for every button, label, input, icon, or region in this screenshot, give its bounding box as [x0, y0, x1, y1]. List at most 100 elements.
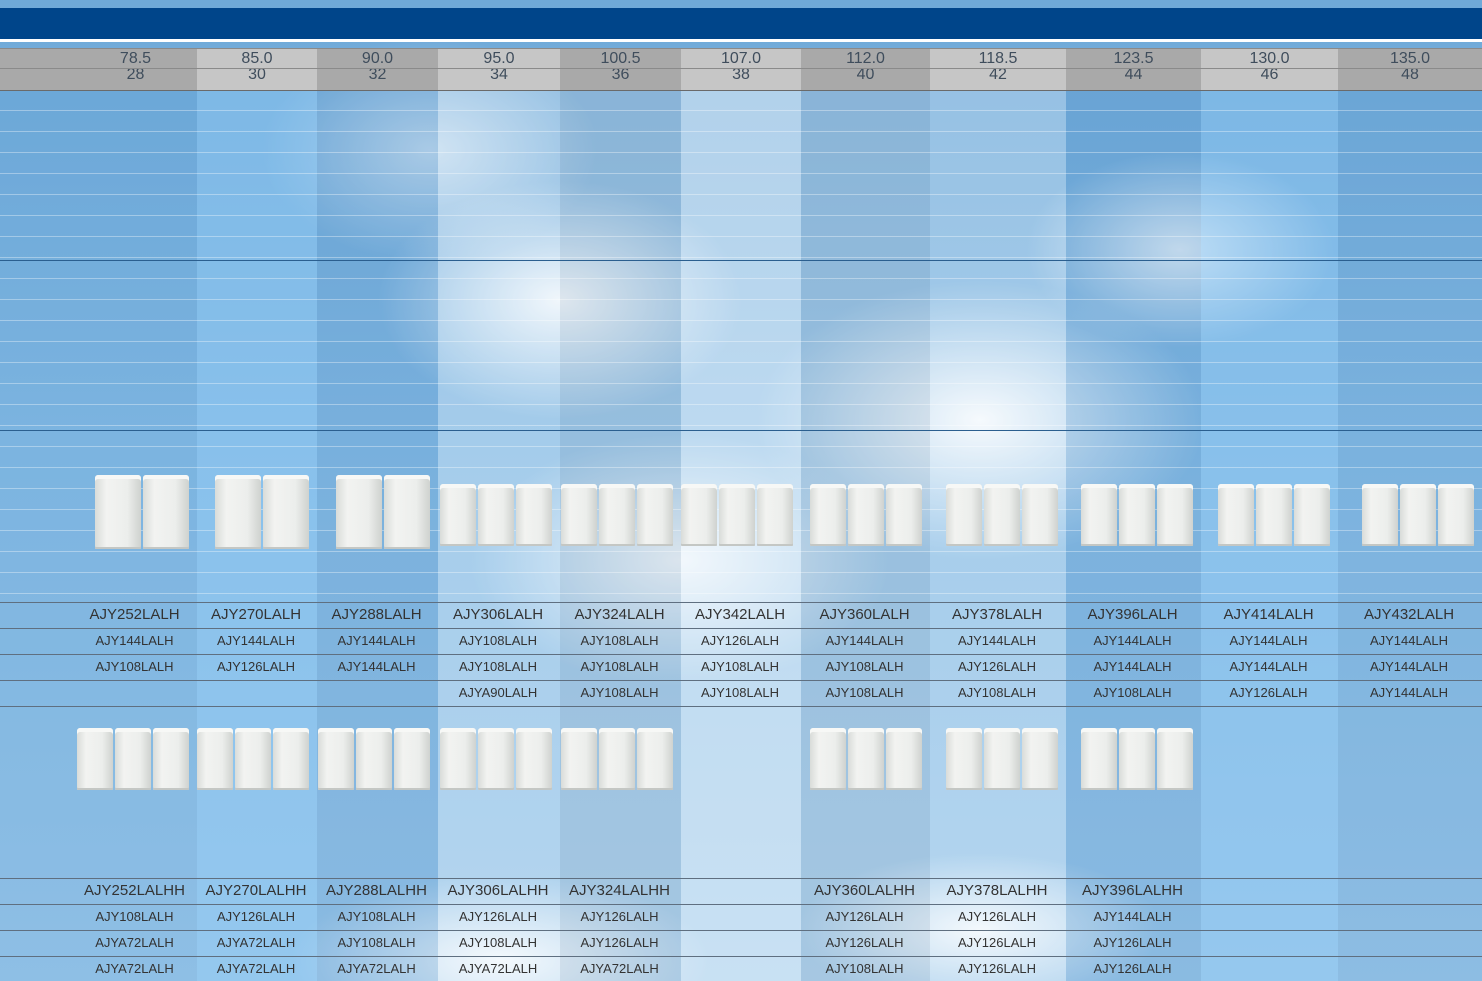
combination-unit: AJY144LALH: [337, 633, 416, 648]
outdoor-unit-module: [946, 728, 982, 790]
combination-unit: AJY108LALH: [580, 659, 659, 674]
combination-unit: AJY126LALH: [216, 659, 296, 674]
outdoor-unit-module: [95, 475, 141, 549]
outdoor-unit-module: [1218, 484, 1254, 546]
header-row-capacity: [0, 48, 1482, 68]
faint-rule: [0, 194, 1482, 195]
section-divider: [0, 430, 1482, 431]
outdoor-unit-module: [719, 484, 755, 546]
outdoor-unit-module: [356, 728, 392, 790]
combination-unit: AJYA72LALH: [458, 961, 538, 976]
combination-unit: AJY108LALH: [458, 935, 538, 950]
model-name: AJY306LALHH: [447, 882, 549, 899]
combination-unit: AJY144LALH: [1093, 633, 1172, 648]
outdoor-unit-module: [810, 484, 846, 546]
title-bar: [0, 8, 1482, 39]
row-rule: [0, 904, 1482, 905]
outdoor-unit-image: [95, 475, 189, 549]
outdoor-unit-image: [440, 484, 552, 546]
combination-unit: AJY144LALH: [825, 633, 904, 648]
header-rows: [0, 48, 1482, 91]
combination-unit: AJY144LALH: [1369, 659, 1449, 674]
outdoor-unit-module: [215, 475, 261, 549]
combination-unit: AJY144LALH: [216, 633, 296, 648]
row-rule: [0, 628, 1482, 629]
combination-unit: AJY126LALH: [957, 935, 1037, 950]
outdoor-unit-image: [1218, 484, 1330, 546]
faint-rule: [0, 110, 1482, 111]
model-name: AJY306LALH: [452, 606, 544, 623]
combination-unit: AJY126LALH: [458, 909, 538, 924]
outdoor-unit-module: [1256, 484, 1292, 546]
outdoor-unit-module: [273, 728, 309, 790]
combination-unit: AJY108LALH: [95, 909, 174, 924]
combination-unit: AJYA72LALH: [95, 961, 174, 976]
combination-unit: AJYA72LALH: [95, 935, 174, 950]
outdoor-unit-module: [946, 484, 982, 546]
faint-rule: [0, 152, 1482, 153]
model-name: AJY270LALH: [210, 606, 302, 623]
combination-unit: AJY108LALH: [337, 935, 416, 950]
model-name: AJY378LALHH: [946, 882, 1048, 899]
faint-rule: [0, 236, 1482, 237]
outdoor-unit-module: [115, 728, 151, 790]
outdoor-unit-module: [1294, 484, 1330, 546]
combination-unit: AJY144LALH: [95, 633, 174, 648]
outdoor-unit-image: [197, 728, 309, 790]
header-row-hp: [0, 68, 1482, 91]
outdoor-unit-image: [1081, 728, 1193, 790]
combination-unit: AJY144LALH: [957, 633, 1037, 648]
faint-rule: [0, 173, 1482, 174]
outdoor-unit-module: [263, 475, 309, 549]
combination-unit: AJY108LALH: [458, 633, 538, 648]
model-name: AJY252LALHH: [84, 882, 185, 899]
outdoor-unit-image: [318, 728, 430, 790]
outdoor-unit-module: [599, 484, 635, 546]
outdoor-unit-module: [440, 728, 476, 790]
model-name: AJY396LALH: [1087, 606, 1178, 623]
combination-unit: AJY108LALH: [700, 659, 780, 674]
outdoor-unit-module: [1157, 484, 1193, 546]
combination-unit: AJYA72LALH: [216, 961, 296, 976]
outdoor-unit-module: [478, 728, 514, 790]
combination-unit: AJY126LALH: [957, 909, 1037, 924]
outdoor-unit-module: [1022, 728, 1058, 790]
outdoor-unit-module: [1022, 484, 1058, 546]
outdoor-unit-module: [561, 484, 597, 546]
model-name: AJY360LALH: [819, 606, 910, 623]
column-tint: [0, 90, 74, 981]
combination-unit: AJY144LALH: [1229, 633, 1308, 648]
model-name: AJY342LALH: [694, 606, 786, 623]
faint-rule: [0, 383, 1482, 384]
faint-rule: [0, 551, 1482, 552]
combination-unit: AJYA90LALH: [458, 685, 538, 700]
outdoor-unit-module: [886, 484, 922, 546]
combination-unit: AJY126LALH: [580, 935, 659, 950]
combination-unit: AJY126LALH: [580, 909, 659, 924]
outdoor-unit-module: [848, 728, 884, 790]
outdoor-unit-image: [561, 484, 673, 546]
outdoor-unit-module: [318, 728, 354, 790]
outdoor-unit-module: [637, 728, 673, 790]
outdoor-unit-module: [1119, 728, 1155, 790]
outdoor-unit-module: [394, 728, 430, 790]
combination-unit: AJYA72LALH: [337, 961, 416, 976]
combination-unit: AJY108LALH: [825, 961, 904, 976]
combination-unit: AJY144LALH: [337, 659, 416, 674]
outdoor-unit-module: [561, 728, 597, 790]
row-rule: [0, 680, 1482, 681]
outdoor-unit-module: [77, 728, 113, 790]
outdoor-unit-module: [1438, 484, 1474, 546]
combination-unit: AJY126LALH: [1229, 685, 1308, 700]
faint-rule: [0, 257, 1482, 258]
faint-rule: [0, 446, 1482, 447]
combination-unit: AJY108LALH: [458, 659, 538, 674]
model-name: AJY432LALH: [1363, 606, 1455, 623]
faint-rule: [0, 278, 1482, 279]
outdoor-unit-module: [384, 475, 430, 549]
combination-unit: AJY126LALH: [216, 909, 296, 924]
combination-unit: AJY126LALH: [825, 909, 904, 924]
combination-unit: AJY108LALH: [580, 685, 659, 700]
outdoor-unit-module: [637, 484, 673, 546]
combination-unit: AJY126LALH: [957, 961, 1037, 976]
